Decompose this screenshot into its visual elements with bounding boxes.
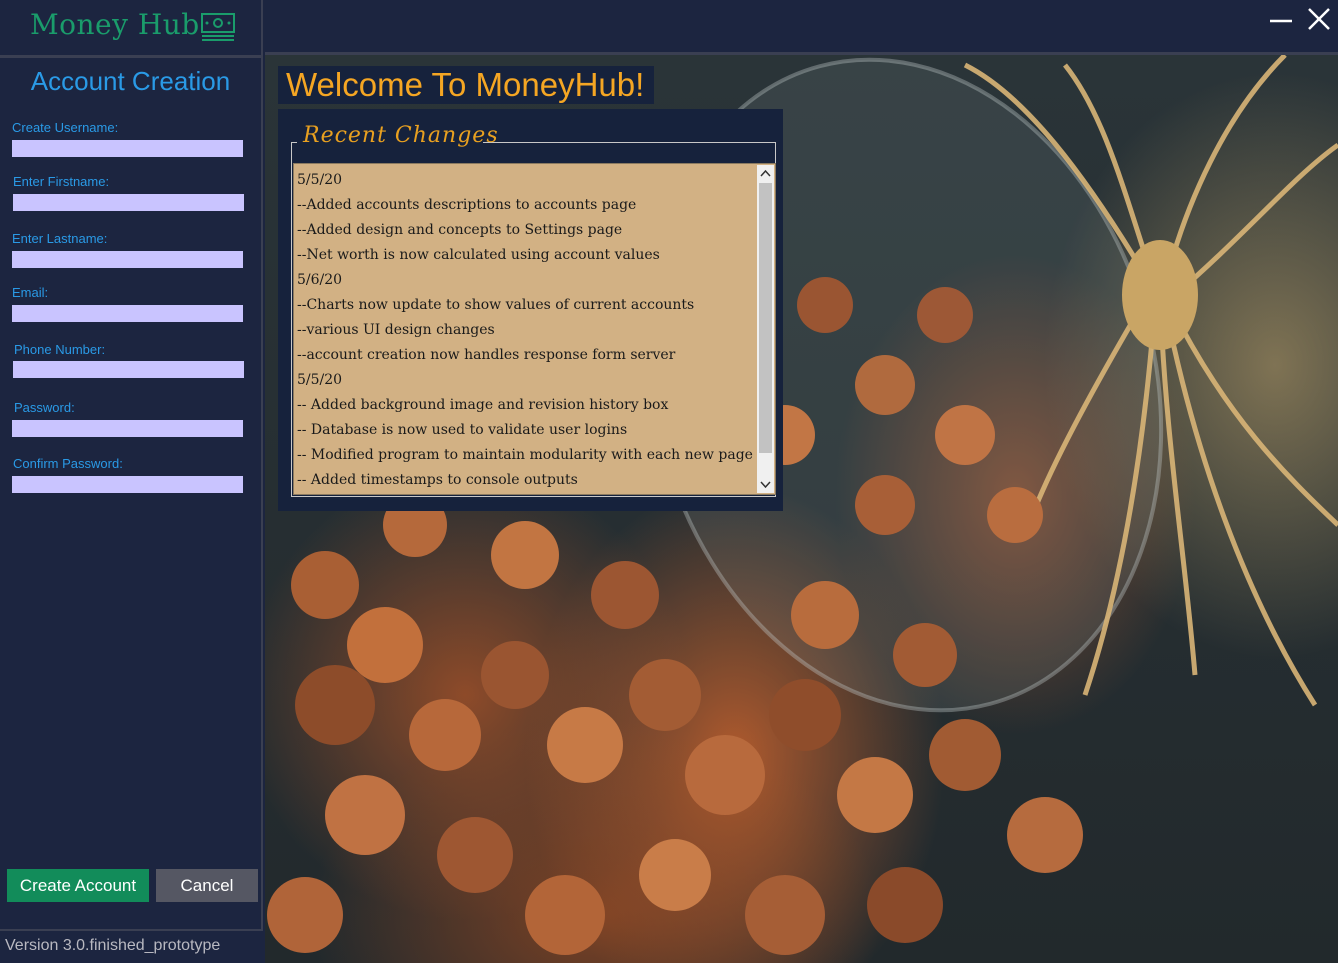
list-item: --Added accounts descriptions to account… [297,197,637,213]
groupbox-border [483,142,776,143]
chevron-up-icon[interactable] [757,165,774,182]
recent-changes-listbox[interactable]: 5/5/20 --Added accounts descriptions to … [293,163,776,495]
cancel-button[interactable]: Cancel [156,869,258,902]
list-item: --account creation now handles response … [297,347,676,363]
vertical-scrollbar[interactable] [757,165,774,493]
list-item: -- Modified program to maintain modulari… [297,447,753,463]
email-label: Email: [12,285,49,300]
list-item: --Charts now update to show values of cu… [297,297,695,313]
password-input[interactable] [12,420,243,437]
username-input[interactable] [12,140,243,157]
firstname-label: Enter Firstname: [13,174,110,189]
password-label: Password: [14,400,75,415]
list-item: -- Added timestamps to console outputs [297,472,578,488]
app-logo-text: Money Hub [30,8,200,41]
list-item: 5/5/20 [297,172,343,188]
create-account-button[interactable]: Create Account [7,869,149,902]
list-item: -- Database is now used to validate user… [297,422,628,438]
close-icon[interactable] [1305,5,1333,33]
minimize-icon[interactable] [1268,10,1294,32]
list-item: --Net worth is now calculated using acco… [297,247,660,263]
chevron-down-icon[interactable] [757,476,774,493]
list-item: --Added design and concepts to Settings … [297,222,623,238]
lastname-input[interactable] [12,251,243,268]
confirm-password-input[interactable] [12,476,243,493]
phone-label: Phone Number: [14,342,106,357]
list-item: 5/5/20 [297,372,343,388]
top-bar [265,0,1338,55]
lastname-label: Enter Lastname: [12,231,108,246]
recent-changes-heading: Recent Changes [303,123,499,148]
confirm-password-label: Confirm Password: [13,456,123,471]
firstname-input[interactable] [13,194,244,211]
changes-list: 5/5/20 --Added accounts descriptions to … [297,168,753,493]
groupbox-border [291,142,297,143]
version-bar: Version 3.0.finished_prototype [0,929,263,963]
sidebar: Money Hub Account Creation Create Userna… [0,0,263,963]
logo-bar: Money Hub [0,0,261,58]
username-label: Create Username: [12,120,119,135]
version-text: Version 3.0.finished_prototype [5,937,221,954]
scrollbar-thumb[interactable] [759,183,772,453]
email-input[interactable] [12,305,243,322]
list-item: -- Added background image and revision h… [297,397,669,413]
list-item: --various UI design changes [297,322,495,338]
phone-input[interactable] [13,361,244,378]
money-bill-icon [201,13,235,41]
recent-changes-panel: Recent Changes 5/5/20 --Added accounts d… [278,109,783,511]
account-creation-title: Account Creation [30,66,231,96]
welcome-heading: Welcome To MoneyHub! [278,66,655,104]
list-item: 5/6/20 [297,272,343,288]
